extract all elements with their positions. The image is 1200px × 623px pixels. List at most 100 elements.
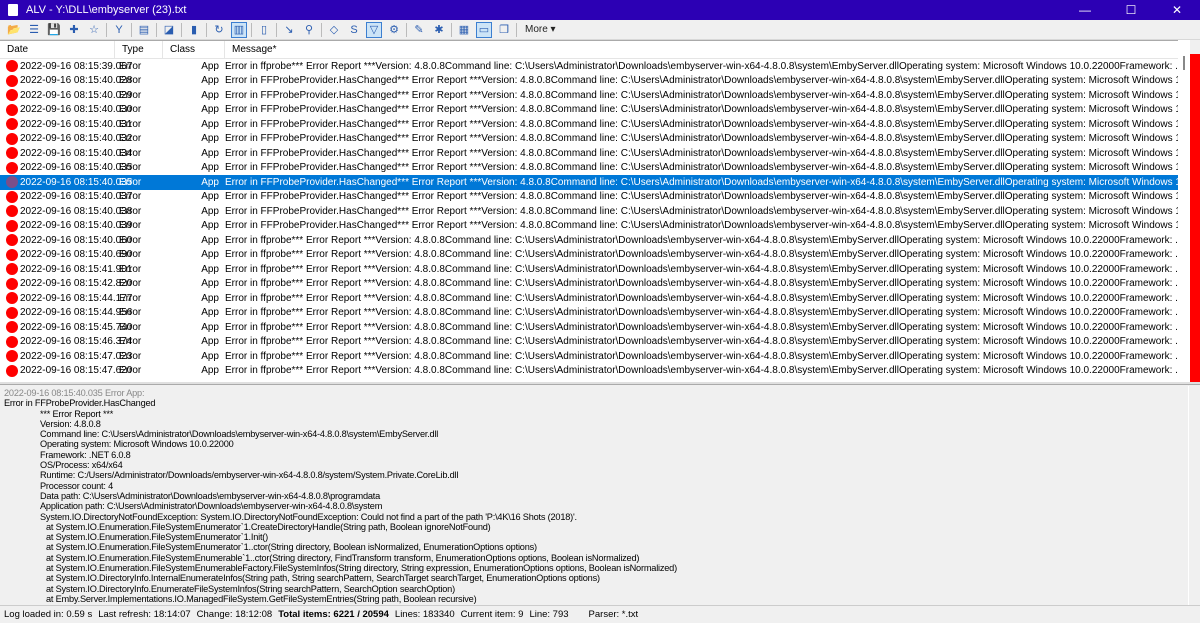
window-icon[interactable]: ❐ <box>496 22 512 38</box>
puzzle-icon[interactable]: ✚ <box>66 22 82 38</box>
toolbar-separator <box>181 22 182 37</box>
error-icon <box>6 277 18 290</box>
detail-line: Version: 4.8.0.8 <box>40 418 101 429</box>
star-icon[interactable]: ☆ <box>86 22 102 38</box>
layout-icon[interactable]: ▦ <box>456 22 472 38</box>
refresh-icon[interactable]: ↻ <box>211 22 227 38</box>
table-row[interactable]: 2022-09-16 08:15:47.620 Error App Error … <box>0 364 1190 379</box>
cell-type: Error <box>119 220 142 232</box>
scrollbar-thumb[interactable] <box>1183 56 1185 70</box>
error-icon <box>6 147 18 160</box>
maximize-button[interactable]: ☐ <box>1108 3 1154 17</box>
table-row[interactable]: 2022-09-16 08:15:39.067 Error App Error … <box>0 59 1190 74</box>
cell-class: App <box>201 191 219 203</box>
open-icon[interactable]: 📂 <box>6 22 22 38</box>
table-row[interactable]: 2022-09-16 08:15:40.031 Error App Error … <box>0 117 1190 132</box>
highlight-gear-icon[interactable]: ✱ <box>431 22 447 38</box>
table-row[interactable]: 2022-09-16 08:15:40.035 Error App Error … <box>0 175 1190 190</box>
table-row[interactable]: 2022-09-16 08:15:40.032 Error App Error … <box>0 132 1190 147</box>
error-icon <box>6 60 18 73</box>
table-row[interactable]: 2022-09-16 08:15:40.039 Error App Error … <box>0 219 1190 234</box>
gear-filter-icon[interactable]: ⚙ <box>386 22 402 38</box>
cell-class: App <box>201 75 219 87</box>
more-button[interactable]: More ▾ <box>525 24 556 35</box>
error-icon <box>6 103 18 116</box>
table-row[interactable]: 2022-09-16 08:15:40.035 Error App Error … <box>0 161 1190 176</box>
binoculars-icon[interactable]: ⚲ <box>301 22 317 38</box>
list-scrollbar[interactable] <box>1178 40 1190 382</box>
column-message[interactable]: Message* <box>225 41 1190 58</box>
status-total: Total items: 6221 / 20594 <box>278 609 389 620</box>
stack-frame: at System.IO.DirectoryInfo.EnumerateFile… <box>46 583 455 594</box>
tree-icon[interactable]: ☰ <box>26 22 42 38</box>
cell-type: Error <box>119 365 142 377</box>
eraser-icon[interactable]: ◪ <box>161 22 177 38</box>
pane-icon[interactable]: ▭ <box>476 21 492 38</box>
table-row[interactable]: 2022-09-16 08:15:40.028 Error App Error … <box>0 74 1190 89</box>
toolbar-separator <box>106 22 107 37</box>
detail-header: 2022-09-16 08:15:40.035 Error App: <box>4 388 145 398</box>
cell-type: Error <box>119 60 142 72</box>
cell-message: Error in ffprobe*** Error Report ***Vers… <box>225 307 1190 319</box>
table-row[interactable]: 2022-09-16 08:15:40.060 Error App Error … <box>0 233 1190 248</box>
table-row[interactable]: 2022-09-16 08:15:40.030 Error App Error … <box>0 103 1190 118</box>
cell-class: App <box>201 104 219 116</box>
table-row[interactable]: 2022-09-16 08:15:40.029 Error App Error … <box>0 88 1190 103</box>
log-list[interactable]: Date Type Class Message* 2022-09-16 08:1… <box>0 40 1190 382</box>
sql-icon[interactable]: S <box>346 22 362 38</box>
table-row[interactable]: 2022-09-16 08:15:46.374 Error App Error … <box>0 335 1190 350</box>
column-date[interactable]: Date <box>0 41 115 58</box>
cell-type: Error <box>119 191 142 203</box>
status-line: Line: 793 <box>529 609 569 620</box>
traffic-light-icon[interactable]: ▮ <box>186 22 202 38</box>
table-row[interactable]: 2022-09-16 08:15:45.740 Error App Error … <box>0 320 1190 335</box>
detail-scrollbar[interactable] <box>1188 386 1200 605</box>
detail-line: Framework: .NET 6.0.8 <box>40 449 131 460</box>
cursor-icon[interactable]: ↘ <box>281 22 297 38</box>
error-icon <box>6 190 18 203</box>
minimize-button[interactable]: — <box>1062 3 1108 17</box>
highlight-icon[interactable]: ✎ <box>411 22 427 38</box>
error-icon <box>6 248 18 261</box>
detail-line: System.IO.DirectoryNotFoundException: Sy… <box>40 511 577 522</box>
error-icon <box>6 74 18 87</box>
table-row[interactable]: 2022-09-16 08:15:40.034 Error App Error … <box>0 146 1190 161</box>
column-type[interactable]: Type <box>115 41 163 58</box>
close-button[interactable]: ✕ <box>1154 3 1200 17</box>
toolbar: 📂 ☰ 💾 ✚ ☆ Y ▤ ◪ ▮ ↻ ▥ ▯ ↘ ⚲ ◇ S ▽ ⚙ ✎ ✱ ▦ ▭ ❐ More ▾ <box>0 20 1200 40</box>
list-header: Date Type Class Message* <box>0 41 1190 59</box>
stack-frame: at System.IO.Enumeration.FileSystemEnume… <box>46 532 269 543</box>
error-icon <box>6 176 18 189</box>
cell-class: App <box>201 60 219 72</box>
cell-type: Error <box>119 205 142 217</box>
table-row[interactable]: 2022-09-16 08:15:44.177 Error App Error … <box>0 291 1190 306</box>
table-row[interactable]: 2022-09-16 08:15:40.690 Error App Error … <box>0 248 1190 263</box>
clear-icon[interactable]: ◇ <box>326 22 342 38</box>
title-bar: ALV - Y:\DLL\embyserver (23).txt — ☐ ✕ <box>0 0 1200 20</box>
cell-type: Error <box>119 249 142 261</box>
error-icon <box>6 161 18 174</box>
cell-class: App <box>201 234 219 246</box>
table-row[interactable]: 2022-09-16 08:15:47.023 Error App Error … <box>0 349 1190 364</box>
table-row[interactable]: 2022-09-16 08:15:42.820 Error App Error … <box>0 277 1190 292</box>
filter-icon[interactable]: ▽ <box>366 21 382 38</box>
cell-type: Error <box>119 118 142 130</box>
cell-type: Error <box>119 75 142 87</box>
column-class[interactable]: Class <box>163 41 225 58</box>
pane-splitter[interactable] <box>0 382 1200 385</box>
cell-type: Error <box>119 321 142 333</box>
table-row[interactable]: 2022-09-16 08:15:40.037 Error App Error … <box>0 190 1190 205</box>
filter-funnel-icon[interactable]: Y <box>111 22 127 38</box>
stack-frame: at Emby.Server.Implementations.IO.Manage… <box>46 593 477 604</box>
cell-message: Error in ffprobe*** Error Report ***Vers… <box>225 234 1190 246</box>
stack-frame: at System.IO.Enumeration.FileSystemEnume… <box>46 542 537 553</box>
columns-icon[interactable]: ▥ <box>231 21 247 38</box>
save-icon[interactable]: 💾 <box>46 22 62 38</box>
cell-type: Error <box>119 162 142 174</box>
export-icon[interactable]: ▤ <box>136 22 152 38</box>
bookmark-icon[interactable]: ▯ <box>256 22 272 38</box>
table-row[interactable]: 2022-09-16 08:15:40.038 Error App Error … <box>0 204 1190 219</box>
table-row[interactable]: 2022-09-16 08:15:41.901 Error App Error … <box>0 262 1190 277</box>
table-row[interactable]: 2022-09-16 08:15:44.956 Error App Error … <box>0 306 1190 321</box>
cell-type: Error <box>119 147 142 159</box>
